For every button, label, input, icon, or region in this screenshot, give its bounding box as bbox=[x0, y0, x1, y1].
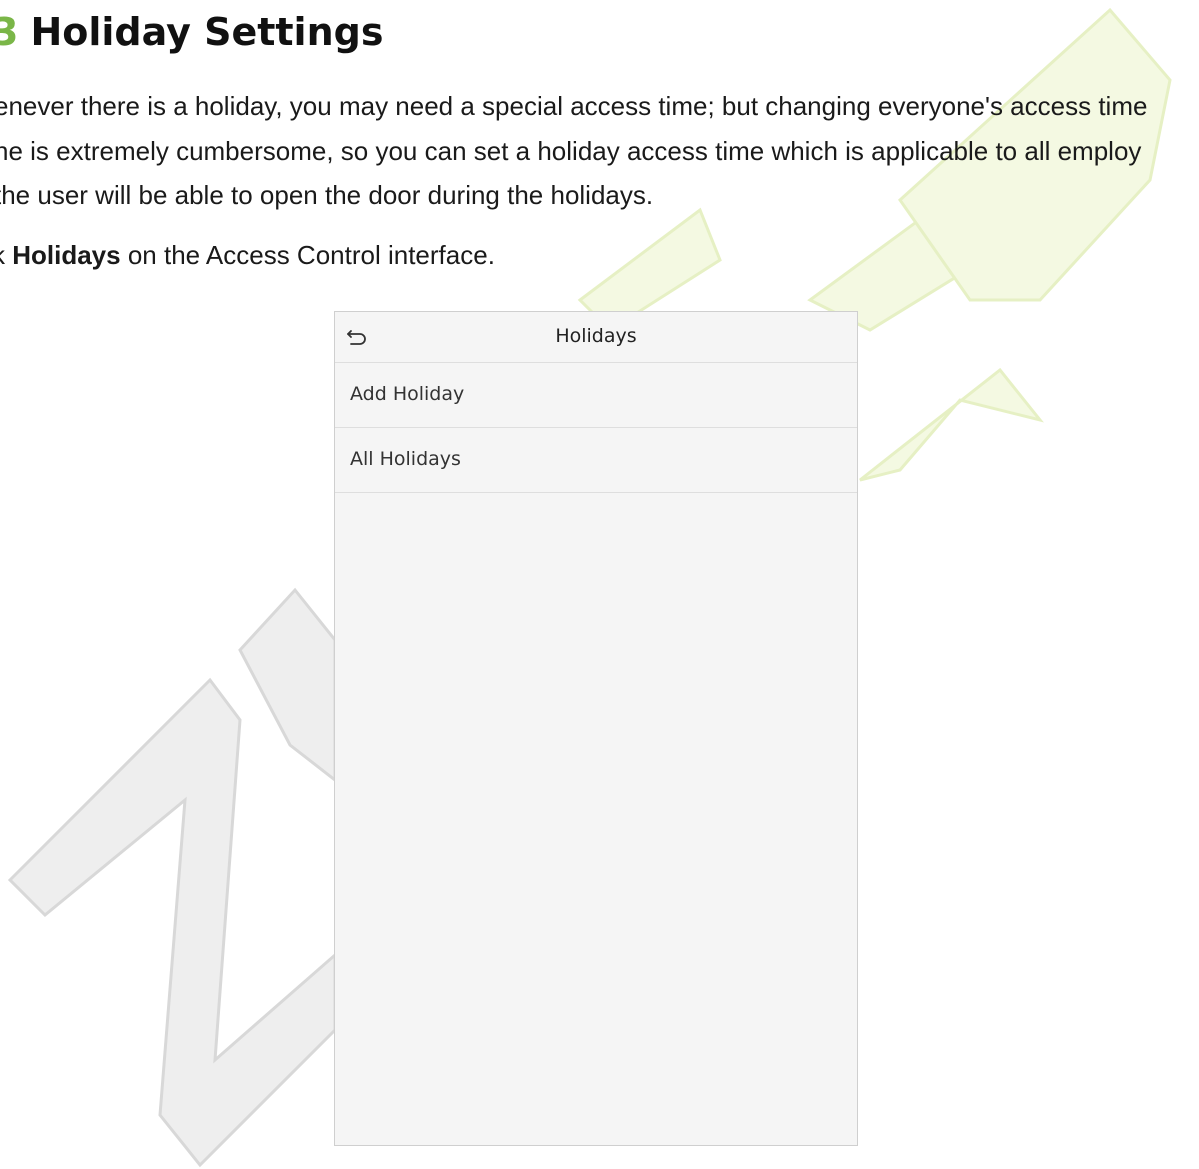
instruction-suffix: on the Access Control interface. bbox=[120, 240, 495, 270]
menu-item-all-holidays[interactable]: All Holidays bbox=[335, 428, 857, 493]
device-title: Holidays bbox=[555, 325, 637, 347]
instruction-bold: Holidays bbox=[12, 240, 121, 270]
menu-item-add-holiday[interactable]: Add Holiday bbox=[335, 363, 857, 428]
section-heading: 3 Holiday Settings bbox=[0, 10, 383, 54]
instruction-prefix: k bbox=[0, 240, 12, 270]
watermark-z-shape bbox=[7, 587, 337, 1168]
section-number: 3 bbox=[0, 10, 19, 54]
section-title: Holiday Settings bbox=[30, 10, 384, 54]
intro-line: the user will be able to open the door d… bbox=[0, 180, 654, 210]
intro-paragraph: enever there is a holiday, you may need … bbox=[0, 84, 1199, 218]
intro-line: ne is extremely cumbersome, so you can s… bbox=[0, 135, 1142, 166]
menu-item-label: Add Holiday bbox=[350, 383, 465, 405]
device-screen: Holidays Add Holiday All Holidays bbox=[334, 311, 858, 1146]
menu-item-label: All Holidays bbox=[350, 448, 461, 470]
device-header: Holidays bbox=[335, 312, 857, 363]
instruction-text: k Holidays on the Access Control interfa… bbox=[0, 235, 495, 275]
intro-line: enever there is a holiday, you may need … bbox=[0, 91, 1148, 121]
